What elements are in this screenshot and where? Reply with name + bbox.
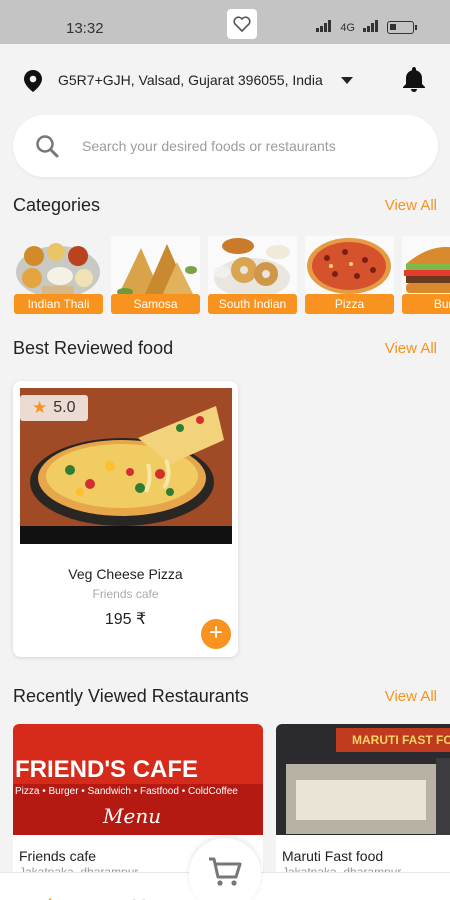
status-time: 13:32: [66, 20, 104, 37]
signal-icon: [316, 20, 332, 35]
favorite-heart-icon[interactable]: [227, 9, 257, 39]
signal-icon-2: [363, 20, 379, 35]
recent-restaurants-title: Recently Viewed Restaurants: [13, 686, 249, 706]
star-icon: ★: [32, 398, 48, 417]
restaurant-image: FRIEND'S CAFE Pizza • Burger • Sandwich …: [13, 724, 263, 835]
category-item[interactable]: Indian Thali: [14, 236, 103, 314]
category-item[interactable]: Samosa: [111, 236, 200, 314]
status-bar: 13:32 4G: [0, 0, 450, 44]
categories-list: Indian Thali Samosa South Indian Pizza B…: [14, 236, 450, 314]
profile-icon[interactable]: [308, 893, 320, 900]
category-label: Burg: [402, 294, 450, 314]
banner-title: MARUTI FAST FOOD: [352, 733, 450, 747]
category-label: Samosa: [111, 294, 200, 314]
food-restaurant: Friends cafe: [92, 587, 159, 601]
categories-view-all-link[interactable]: View All: [385, 197, 437, 214]
rating-value: 5.0: [53, 399, 76, 416]
rating-badge: ★ 5.0: [20, 395, 88, 421]
add-to-cart-button[interactable]: +: [201, 619, 231, 649]
category-item[interactable]: Burg: [402, 236, 450, 314]
category-item[interactable]: South Indian: [208, 236, 297, 314]
food-name: Veg Cheese Pizza: [68, 566, 183, 582]
category-label: Pizza: [305, 294, 394, 314]
banner-subtitle: Pizza • Burger • Sandwich • Fastfood • C…: [15, 786, 238, 797]
bell-icon[interactable]: [403, 67, 425, 98]
category-label: Indian Thali: [14, 294, 103, 314]
banner-menu: Menu: [103, 804, 162, 828]
search-input[interactable]: Search your desired foods or restaurants: [82, 138, 336, 154]
category-label: South Indian: [208, 294, 297, 314]
network-label: 4G: [340, 21, 355, 34]
search-bar[interactable]: Search your desired foods or restaurants: [13, 115, 438, 177]
cart-button[interactable]: [189, 838, 261, 900]
favorites-icon[interactable]: [128, 893, 150, 900]
category-item[interactable]: Pizza: [305, 236, 394, 314]
search-icon: [35, 134, 59, 163]
home-icon[interactable]: [44, 893, 56, 900]
restaurant-name: Friends cafe: [19, 848, 97, 864]
status-icons: 4G: [316, 20, 417, 35]
cart-icon: [208, 857, 242, 892]
battery-icon: [387, 21, 417, 34]
banner-title: FRIEND'S CAFE: [15, 756, 199, 783]
location-pin-icon: [24, 70, 42, 97]
best-reviewed-title: Best Reviewed food: [13, 338, 174, 358]
location-bar: G5R7+GJH, Valsad, Gujarat 396055, India: [0, 44, 450, 116]
restaurant-name: Maruti Fast food: [282, 848, 384, 864]
restaurant-image: MARUTI FAST FOOD: [276, 724, 450, 835]
categories-title: Categories: [13, 195, 101, 215]
recent-restaurants-view-all-link[interactable]: View All: [385, 688, 437, 705]
best-reviewed-view-all-link[interactable]: View All: [385, 340, 437, 357]
chevron-down-icon[interactable]: [341, 77, 353, 84]
location-address[interactable]: G5R7+GJH, Valsad, Gujarat 396055, India: [58, 72, 323, 88]
